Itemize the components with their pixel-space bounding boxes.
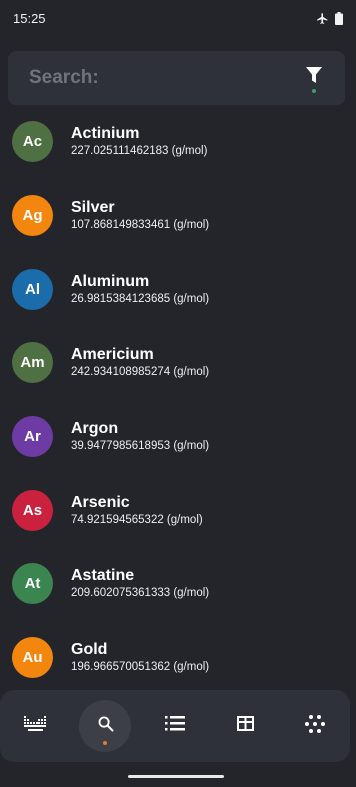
home-indicator xyxy=(128,775,224,778)
element-name: Silver xyxy=(71,199,115,217)
element-atomic-mass: 74.921594565322 (g/mol) xyxy=(71,513,203,526)
element-text: Arsenic 74.921594565322 (g/mol) xyxy=(71,493,203,528)
bottom-navigation xyxy=(0,690,350,762)
element-list-item[interactable]: Ar Argon 39.9477985618953 (g/mol) xyxy=(0,400,356,474)
nav-periodic-chart[interactable] xyxy=(9,700,61,752)
filter-active-indicator xyxy=(312,89,316,93)
element-name: Gold xyxy=(71,641,108,659)
nav-dots-grid[interactable] xyxy=(289,700,341,752)
element-list-item[interactable]: Am Americium 242.934108985274 (g/mol) xyxy=(0,326,356,400)
dots-grid-icon xyxy=(305,714,325,738)
element-name: Arsenic xyxy=(71,493,130,511)
element-text: Americium 242.934108985274 (g/mol) xyxy=(71,345,209,380)
nav-search[interactable] xyxy=(79,700,131,752)
element-list-item[interactable]: Au Gold 196.966570051362 (g/mol) xyxy=(0,621,356,695)
element-text: Gold 196.966570051362 (g/mol) xyxy=(71,640,209,675)
element-text: Argon 39.9477985618953 (g/mol) xyxy=(71,419,209,454)
element-list-item[interactable]: As Arsenic 74.921594565322 (g/mol) xyxy=(0,473,356,547)
status-time: 15:25 xyxy=(13,10,46,26)
element-atomic-mass: 39.9477985618953 (g/mol) xyxy=(71,440,210,453)
element-symbol-badge: Ac xyxy=(12,121,53,163)
search-icon xyxy=(97,715,114,737)
element-name: Astatine xyxy=(71,567,135,585)
element-list-item[interactable]: Ac Actinium 227.025111462183 (g/mol) xyxy=(0,105,356,179)
element-atomic-mass: 196.966570051362 (g/mol) xyxy=(71,661,210,674)
search-bar xyxy=(8,51,345,105)
element-atomic-mass: 26.9815384123685 (g/mol) xyxy=(71,292,210,305)
element-symbol-badge: Ar xyxy=(12,416,53,458)
element-list-item[interactable]: Ag Silver 107.868149833461 (g/mol) xyxy=(0,179,356,253)
element-symbol-badge: Am xyxy=(12,342,53,384)
status-bar: 15:25 xyxy=(0,0,356,36)
element-name: Aluminum xyxy=(71,272,150,290)
airplane-mode-icon xyxy=(316,12,329,25)
filter-icon xyxy=(306,67,322,88)
nav-list[interactable] xyxy=(149,700,201,752)
element-list: Ac Actinium 227.025111462183 (g/mol) Ag … xyxy=(0,105,356,695)
element-list-item[interactable]: Al Aluminum 26.9815384123685 (g/mol) xyxy=(0,252,356,326)
element-symbol-badge: As xyxy=(12,489,53,531)
filter-button[interactable] xyxy=(303,63,325,93)
table-icon xyxy=(236,716,254,736)
element-symbol-badge: Ag xyxy=(12,195,53,237)
element-name: Americium xyxy=(71,346,154,364)
element-text: Aluminum 26.9815384123685 (g/mol) xyxy=(71,272,209,307)
periodic-chart-icon xyxy=(24,715,46,737)
element-atomic-mass: 242.934108985274 (g/mol) xyxy=(71,366,210,379)
element-list-item[interactable]: At Astatine 209.602075361333 (g/mol) xyxy=(0,547,356,621)
element-atomic-mass: 227.025111462183 (g/mol) xyxy=(71,145,208,158)
element-text: Silver 107.868149833461 (g/mol) xyxy=(71,198,209,233)
element-name: Actinium xyxy=(71,125,140,143)
nav-table[interactable] xyxy=(219,700,271,752)
element-symbol-badge: At xyxy=(12,563,53,605)
element-name: Argon xyxy=(71,420,119,438)
search-input[interactable] xyxy=(29,67,249,89)
element-atomic-mass: 209.602075361333 (g/mol) xyxy=(71,587,210,600)
element-symbol-badge: Au xyxy=(12,637,53,679)
element-text: Astatine 209.602075361333 (g/mol) xyxy=(71,566,209,601)
list-icon xyxy=(165,716,185,736)
element-symbol-badge: Al xyxy=(12,268,53,310)
element-atomic-mass: 107.868149833461 (g/mol) xyxy=(71,219,210,232)
status-icons xyxy=(316,11,343,25)
battery-icon xyxy=(335,11,343,25)
nav-active-indicator xyxy=(103,741,107,745)
element-text: Actinium 227.025111462183 (g/mol) xyxy=(71,124,207,159)
